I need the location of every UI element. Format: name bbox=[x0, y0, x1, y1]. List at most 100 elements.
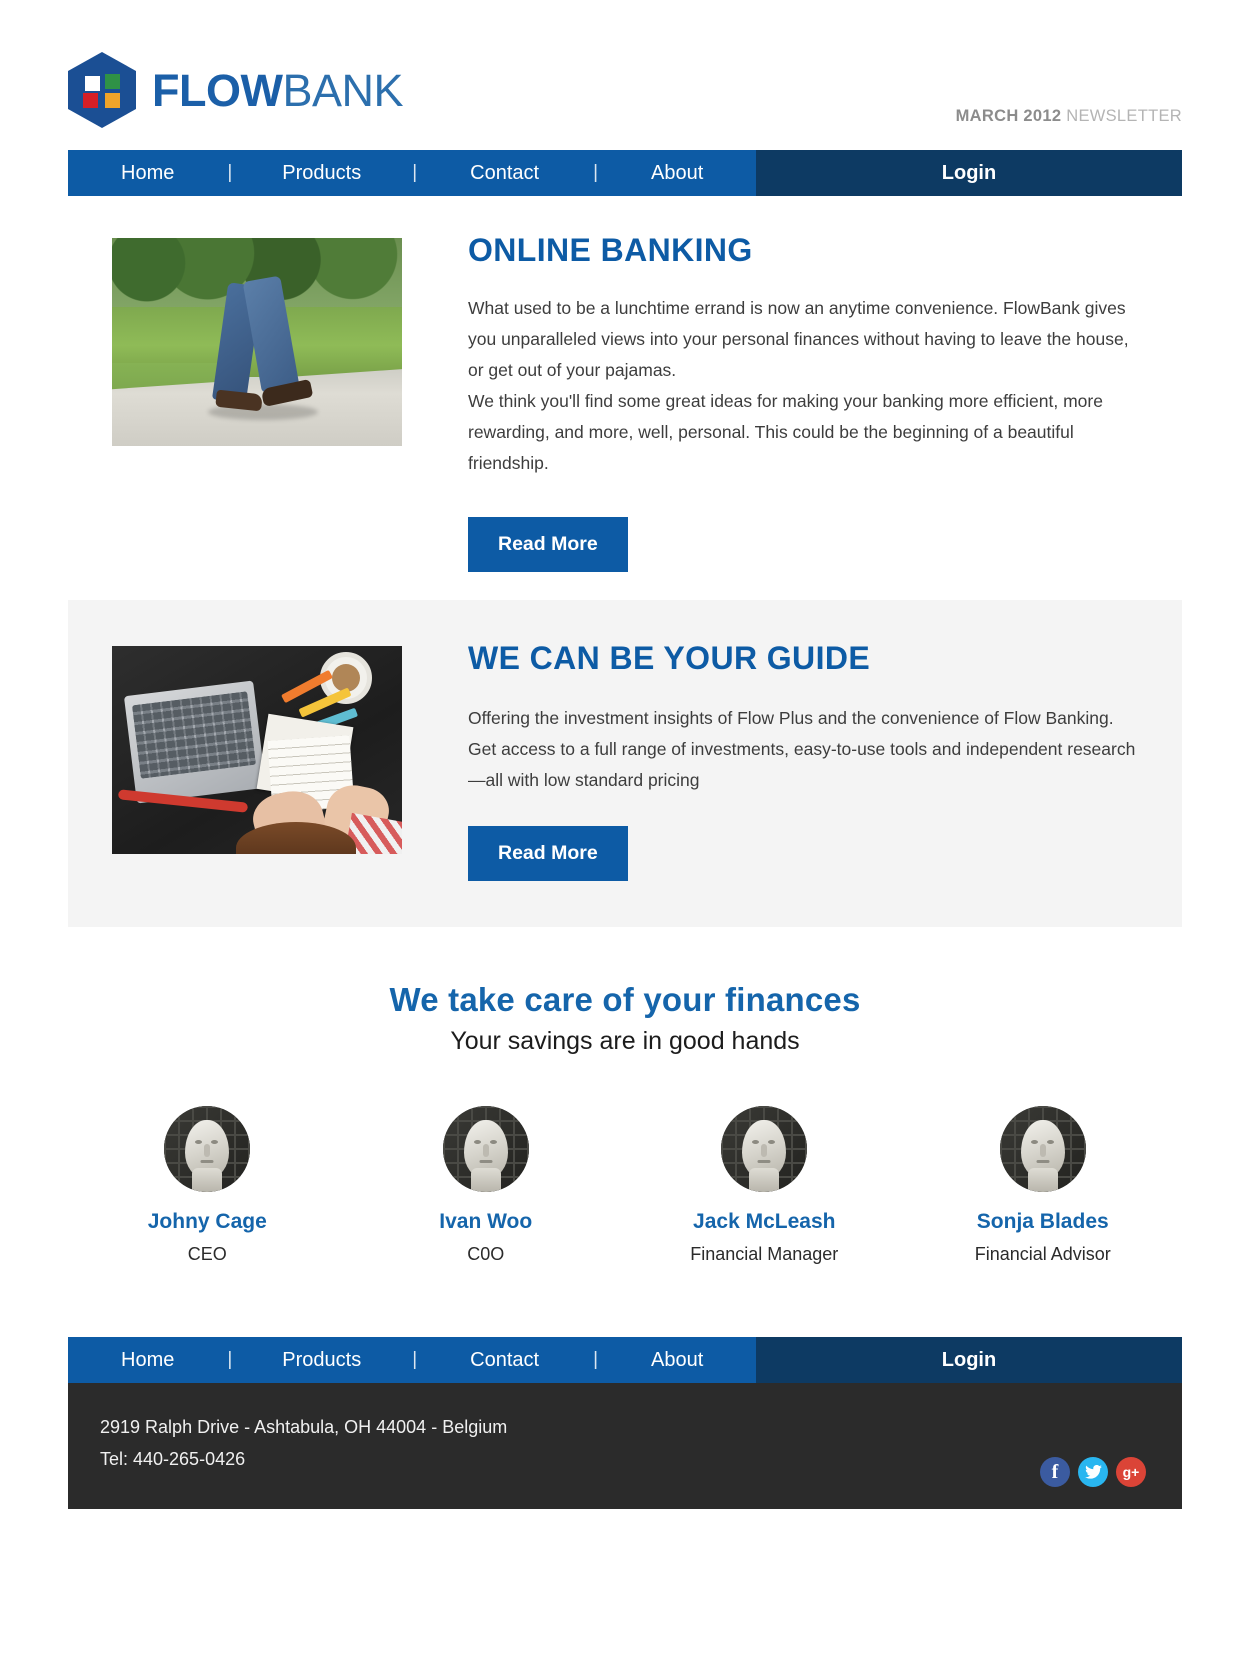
googleplus-icon[interactable]: g+ bbox=[1116, 1457, 1146, 1487]
logo-square-orange bbox=[105, 93, 120, 108]
section-paragraph: What used to be a lunchtime errand is no… bbox=[468, 298, 1129, 380]
team-section: We take care of your finances Your savin… bbox=[68, 927, 1182, 1265]
brand-name-bold: FLOW bbox=[152, 64, 283, 116]
newsletter-label: MARCH 2012 NEWSLETTER bbox=[956, 107, 1182, 126]
avatar bbox=[721, 1106, 808, 1192]
avatar-nose bbox=[1039, 1144, 1046, 1157]
nav-separator: | bbox=[227, 1349, 233, 1370]
avatar-eye-right bbox=[1046, 1140, 1054, 1144]
team-member-name: Ivan Woo bbox=[439, 1210, 533, 1233]
section-online-banking: ONLINE BANKING What used to be a lunchti… bbox=[68, 196, 1182, 572]
section-body: WE CAN BE YOUR GUIDE Offering the invest… bbox=[402, 640, 1182, 881]
read-more-button[interactable]: Read More bbox=[468, 517, 628, 572]
nav-login-panel[interactable]: Login bbox=[756, 150, 1182, 196]
team-member: Sonja Blades Financial Advisor bbox=[904, 1106, 1183, 1265]
avatar bbox=[999, 1106, 1086, 1192]
twitter-icon[interactable] bbox=[1078, 1457, 1108, 1487]
brand-wordmark: FLOWBANK bbox=[152, 68, 403, 113]
avatar-neck bbox=[470, 1168, 501, 1192]
team-member-role: Financial Advisor bbox=[974, 1244, 1111, 1264]
team-member-name: Sonja Blades bbox=[976, 1210, 1109, 1233]
footer-nav-links-group: Home | Products | Contact | About bbox=[68, 1337, 756, 1383]
avatar-mouth bbox=[757, 1160, 771, 1163]
section-image-column bbox=[68, 640, 402, 881]
facebook-glyph: f bbox=[1051, 1461, 1059, 1483]
newsletter-date: MARCH 2012 bbox=[955, 107, 1062, 125]
team-member-name: Johny Cage bbox=[147, 1210, 267, 1233]
social-links: f g+ bbox=[1040, 1457, 1146, 1487]
avatar bbox=[164, 1106, 251, 1192]
team-subtitle: Your savings are in good hands bbox=[450, 1027, 800, 1055]
nav-separator: | bbox=[593, 1349, 599, 1370]
avatar bbox=[442, 1106, 529, 1192]
logo-square-red bbox=[83, 93, 98, 108]
avatar-eye-left bbox=[473, 1140, 481, 1144]
avatar-mouth bbox=[1036, 1160, 1050, 1163]
team-member: Jack McLeash Financial Manager bbox=[625, 1106, 904, 1265]
photo-keyboard bbox=[131, 691, 257, 779]
twitter-bird-glyph bbox=[1084, 1465, 1102, 1479]
nav-separator: | bbox=[412, 162, 418, 183]
newsletter-page: FLOWBANK MARCH 2012 NEWSLETTER Home | Pr… bbox=[0, 0, 1250, 1669]
footer-address: 2919 Ralph Drive - Ashtabula, OH 44004 -… bbox=[100, 1417, 508, 1437]
hexagon-logo-icon bbox=[68, 52, 136, 128]
team-member-role: CEO bbox=[187, 1244, 227, 1264]
googleplus-glyph: g+ bbox=[1122, 1464, 1140, 1480]
team-member-name: Jack McLeash bbox=[693, 1210, 836, 1233]
nav-item-products[interactable]: Products bbox=[282, 150, 361, 196]
read-more-button[interactable]: Read More bbox=[468, 826, 628, 881]
nav-item-contact[interactable]: Contact bbox=[470, 150, 539, 196]
section-title: WE CAN BE YOUR GUIDE bbox=[468, 640, 871, 676]
section-image-column bbox=[68, 232, 402, 572]
team-member-role: C0O bbox=[467, 1244, 505, 1264]
newsletter-word: NEWSLETTER bbox=[1066, 107, 1182, 125]
footer-nav-item-contact[interactable]: Contact bbox=[470, 1337, 539, 1383]
team-member: Ivan Woo C0O bbox=[347, 1106, 626, 1265]
section-text: Offering the investment insights of Flow… bbox=[468, 703, 1146, 796]
footer-nav-item-login[interactable]: Login bbox=[942, 1349, 996, 1372]
hexagon-shape bbox=[68, 52, 136, 128]
logo-square-white bbox=[85, 76, 100, 91]
avatar-eye-left bbox=[1030, 1140, 1038, 1144]
footer-phone: Tel: 440-265-0426 bbox=[100, 1449, 246, 1469]
avatar-eye-right bbox=[489, 1140, 497, 1144]
logo-square-green bbox=[105, 74, 120, 89]
footer-nav-item-home[interactable]: Home bbox=[121, 1337, 174, 1383]
nav-separator: | bbox=[227, 162, 233, 183]
facebook-icon[interactable]: f bbox=[1040, 1457, 1070, 1487]
section-body: ONLINE BANKING What used to be a lunchti… bbox=[402, 232, 1182, 572]
footer-nav-login-panel[interactable]: Login bbox=[756, 1337, 1182, 1383]
section-paragraph: We think you'll find some great ideas fo… bbox=[468, 391, 1103, 473]
avatar-nose bbox=[482, 1144, 489, 1157]
section-paragraph: Offering the investment insights of Flow… bbox=[468, 708, 1136, 790]
avatar-mouth bbox=[200, 1160, 214, 1163]
footer-nav-item-about[interactable]: About bbox=[651, 1337, 703, 1383]
team-member: Johny Cage CEO bbox=[68, 1106, 347, 1265]
nav-item-login[interactable]: Login bbox=[942, 162, 996, 185]
avatar-nose bbox=[204, 1144, 211, 1157]
team-grid: Johny Cage CEO Ivan Woo C0O Jack McLeash… bbox=[68, 1106, 1182, 1265]
section-text: What used to be a lunchtime errand is no… bbox=[468, 293, 1146, 479]
nav-item-about[interactable]: About bbox=[651, 150, 703, 196]
main-navigation: Home | Products | Contact | About Login bbox=[68, 150, 1182, 196]
avatar-neck bbox=[192, 1168, 223, 1192]
avatar-neck bbox=[1027, 1168, 1058, 1192]
section-title: ONLINE BANKING bbox=[468, 232, 753, 268]
footer-contact-bar: 2919 Ralph Drive - Ashtabula, OH 44004 -… bbox=[68, 1383, 1182, 1509]
section-your-guide: WE CAN BE YOUR GUIDE Offering the invest… bbox=[68, 600, 1182, 927]
team-title: We take care of your finances bbox=[389, 981, 861, 1018]
footer-navigation: Home | Products | Contact | About Login bbox=[68, 1337, 1182, 1383]
avatar-neck bbox=[749, 1168, 780, 1192]
nav-separator: | bbox=[593, 162, 599, 183]
avatar-mouth bbox=[479, 1160, 493, 1163]
team-member-role: Financial Manager bbox=[690, 1244, 839, 1264]
brand-name-light: BANK bbox=[282, 64, 403, 116]
walking-path-photo bbox=[112, 238, 402, 446]
page-header: FLOWBANK MARCH 2012 NEWSLETTER bbox=[0, 0, 1250, 150]
footer-nav-item-products[interactable]: Products bbox=[282, 1337, 361, 1383]
nav-separator: | bbox=[412, 1349, 418, 1370]
page-footer: Home | Products | Contact | About Login … bbox=[0, 1337, 1250, 1509]
avatar-nose bbox=[761, 1144, 768, 1157]
nav-item-home[interactable]: Home bbox=[121, 150, 174, 196]
desk-laptop-photo bbox=[112, 646, 402, 854]
